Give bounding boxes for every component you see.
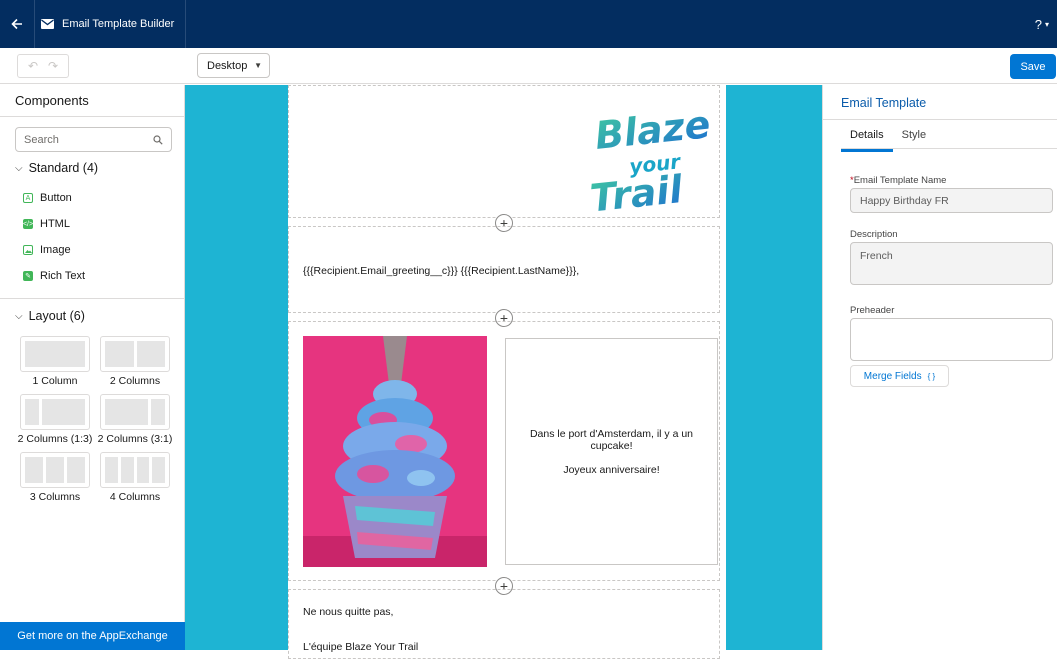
column-block (25, 399, 40, 425)
chevron-down-icon: ⌵ (15, 310, 23, 322)
rich-text-box[interactable]: Dans le port d'Amsterdam, il y a un cupc… (505, 338, 718, 565)
top-bar: Email Template Builder ? ▾ (0, 0, 1057, 48)
rich-text-component-icon: ✎ (23, 271, 33, 281)
logo-word-1: Blaze (593, 102, 712, 158)
caret-down-icon: ▼ (254, 61, 262, 70)
components-header: Components (0, 85, 184, 117)
merge-fields-label: Merge Fields (863, 370, 922, 382)
standard-section-toggle[interactable]: ⌵ Standard (4) (15, 161, 98, 175)
component-label: Button (40, 192, 72, 204)
divider (823, 119, 1057, 120)
braces-icon: { } (927, 371, 936, 381)
merge-fields-button[interactable]: Merge Fields { } (850, 365, 949, 387)
properties-panel: Email Template Details Style *Email Temp… (822, 85, 1057, 650)
components-panel: Components Search ⌵ Standard (4) A Butto… (0, 85, 185, 650)
column-block (46, 457, 64, 483)
section-divider (0, 298, 184, 299)
help-menu[interactable]: ? ▾ (1035, 17, 1049, 32)
signoff-text-1: Ne nous quitte pas, (303, 606, 394, 618)
logo-word-3: Trail (588, 167, 685, 212)
layout-label: 2 Columns (109, 375, 161, 387)
blaze-your-trail-logo: Blaze your Trail (588, 102, 712, 212)
back-arrow-icon (11, 18, 22, 30)
standard-section-title: Standard (4) (28, 161, 99, 175)
html-component-icon: </> (22, 219, 34, 229)
search-input[interactable]: Search (15, 127, 172, 152)
greeting-text: {{{Recipient.Email_greeting__c}}} {{{Rec… (303, 265, 580, 277)
search-placeholder: Search (24, 133, 59, 146)
chevron-down-icon: ⌵ (15, 162, 23, 174)
body-text-2: Joyeux anniversaire! (563, 463, 660, 476)
tabs-underline (841, 148, 1057, 149)
view-mode-value: Desktop (207, 59, 248, 72)
layout-label: 4 Columns (109, 491, 161, 503)
chevron-down-icon: ▾ (1044, 19, 1049, 29)
column-block (152, 457, 165, 483)
description-field[interactable]: French (850, 242, 1053, 285)
redo-icon[interactable]: ↷ (48, 59, 58, 73)
component-label: Image (40, 244, 71, 256)
back-button[interactable] (0, 0, 34, 48)
layout-3-columns-tile[interactable] (20, 452, 90, 488)
template-name-field[interactable]: Happy Birthday FR (850, 188, 1053, 213)
column-block (25, 457, 43, 483)
search-icon (153, 134, 163, 145)
component-html[interactable]: </> HTML (23, 218, 70, 230)
app-title-block: Email Template Builder (34, 0, 186, 48)
app-title: Email Template Builder (62, 18, 175, 30)
column-block (136, 457, 150, 483)
layout-2-columns-1-3-tile[interactable] (20, 394, 90, 430)
component-image[interactable]: Image (23, 244, 71, 256)
column-block (105, 457, 118, 483)
layout-label: 2 Columns (3:1) (97, 433, 173, 445)
template-name-label: *Email Template Name (850, 175, 946, 186)
properties-title: Email Template (841, 96, 927, 110)
logo-block[interactable]: Blaze your Trail (288, 85, 720, 218)
appexchange-link[interactable]: Get more on the AppExchange (0, 622, 185, 650)
column-block (120, 457, 134, 483)
layout-2-columns-3-1-tile[interactable] (100, 394, 170, 430)
column-block (42, 399, 85, 425)
save-button[interactable]: Save (1010, 54, 1056, 79)
column-block (105, 341, 134, 367)
preheader-field[interactable] (850, 318, 1053, 361)
cupcake-image[interactable] (303, 336, 487, 567)
layout-section-title: Layout (6) (28, 309, 85, 323)
signoff-text-2: L'équipe Blaze Your Trail (303, 641, 419, 653)
layout-label: 3 Columns (29, 491, 81, 503)
column-block (67, 457, 85, 483)
email-icon (41, 19, 54, 29)
toolbar: ↶ ↷ Desktop ▼ Save (0, 48, 1057, 84)
component-button[interactable]: A Button (23, 192, 72, 204)
image-component-icon (23, 245, 33, 255)
cupcake-illustration (303, 336, 487, 567)
layout-label: 1 Column (32, 375, 78, 387)
undo-icon[interactable]: ↶ (28, 59, 38, 73)
layout-2-columns-tile[interactable] (100, 336, 170, 372)
description-label: Description (850, 229, 898, 240)
component-label: HTML (40, 218, 70, 230)
preheader-label: Preheader (850, 305, 895, 316)
body-text-1: Dans le port d'Amsterdam, il y a un cupc… (529, 427, 694, 452)
column-block (136, 341, 165, 367)
email-canvas: Blaze your Trail + {{{Recipient.Email_gr… (288, 85, 726, 659)
help-label: ? (1034, 16, 1042, 32)
layout-1-column-tile[interactable] (20, 336, 90, 372)
undo-redo-group: ↶ ↷ (17, 53, 69, 78)
layout-4-columns-tile[interactable] (100, 452, 170, 488)
view-mode-select[interactable]: Desktop ▼ (197, 53, 270, 78)
component-label: Rich Text (40, 270, 86, 282)
column-block (150, 399, 165, 425)
button-component-icon: A (23, 193, 33, 203)
column-block (105, 399, 148, 425)
component-rich-text[interactable]: ✎ Rich Text (23, 270, 85, 282)
layout-section-toggle[interactable]: ⌵ Layout (6) (15, 309, 85, 323)
column-block (25, 341, 85, 367)
template-name-label-text: Email Template Name (853, 175, 947, 186)
